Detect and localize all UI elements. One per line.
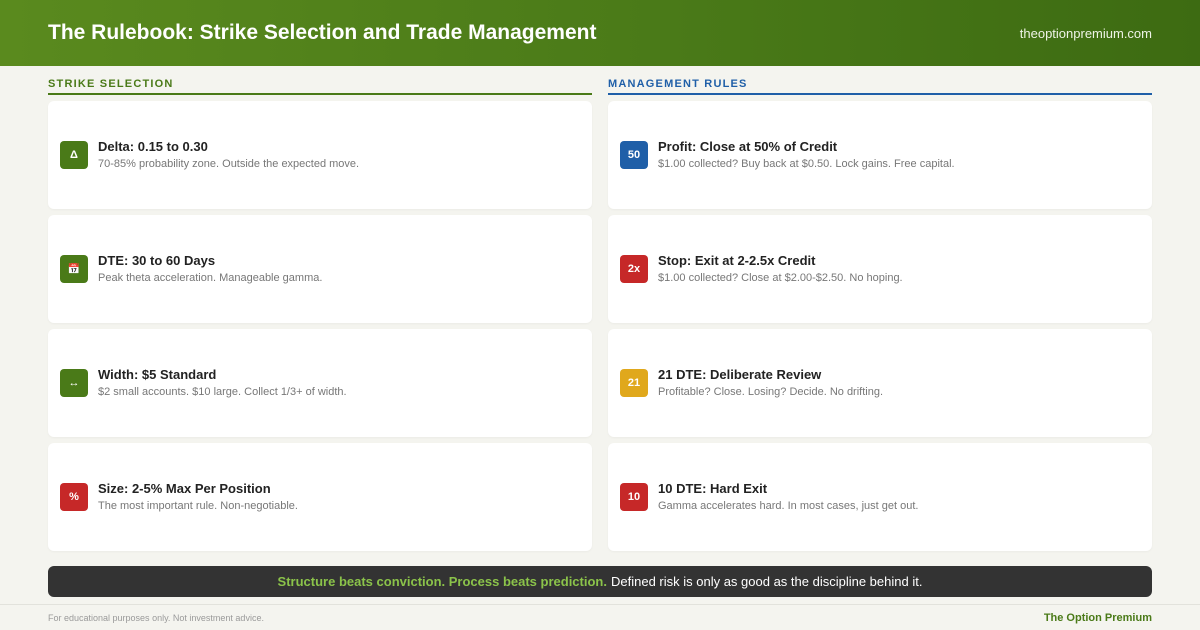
card-title: Size: 2-5% Max Per Position (98, 481, 271, 496)
banner-text: Defined risk is only as good as the disc… (610, 574, 923, 589)
card-text: Width: $5 Standard $2 small accounts. $1… (98, 367, 347, 399)
card-title: Stop: Exit at 2-2.5x Credit (658, 253, 816, 268)
rule-card-profit: 50 Profit: Close at 50% of Credit $1.00 … (608, 101, 1152, 209)
profit-target-icon: 50 (620, 141, 648, 169)
footer: For educational purposes only. Not inves… (0, 604, 1200, 630)
card-text: Stop: Exit at 2-2.5x Credit $1.00 collec… (658, 253, 903, 285)
card-title: 10 DTE: Hard Exit (658, 481, 768, 496)
card-title: 21 DTE: Deliberate Review (658, 367, 822, 382)
card-text: DTE: 30 to 60 Days Peak theta accelerati… (98, 253, 322, 285)
rule-card-dte: 📅 DTE: 30 to 60 Days Peak theta accelera… (48, 215, 592, 323)
rule-card-delta: Δ Delta: 0.15 to 0.30 70-85% probability… (48, 101, 592, 209)
stop-loss-icon: 2x (620, 255, 648, 283)
management-rules-column: MANAGEMENT RULES 50 Profit: Close at 50%… (608, 66, 1152, 557)
review-day-icon: 21 (620, 369, 648, 397)
hard-exit-icon: 10 (620, 483, 648, 511)
delta-icon: Δ (60, 141, 88, 169)
banner-accent-text: Structure beats conviction. Process beat… (277, 574, 607, 589)
card-title: Delta: 0.15 to 0.30 (98, 139, 208, 154)
disclaimer: For educational purposes only. Not inves… (48, 612, 264, 623)
management-rules-cards: 50 Profit: Close at 50% of Credit $1.00 … (608, 101, 1152, 551)
card-description: The most important rule. Non-negotiable. (98, 500, 298, 512)
brand-name: The Option Premium (1043, 611, 1152, 624)
card-text: Delta: 0.15 to 0.30 70-85% probability z… (98, 139, 359, 171)
strike-selection-cards: Δ Delta: 0.15 to 0.30 70-85% probability… (48, 101, 592, 551)
rule-card-21-dte: 21 21 DTE: Deliberate Review Profitable?… (608, 329, 1152, 437)
card-text: Size: 2-5% Max Per Position The most imp… (98, 481, 298, 513)
card-description: Gamma accelerates hard. In most cases, j… (658, 500, 919, 512)
width-arrows-icon: ↔ (60, 369, 88, 397)
strike-selection-column: STRIKE SELECTION Δ Delta: 0.15 to 0.30 7… (48, 66, 592, 557)
rule-card-10-dte: 10 10 DTE: Hard Exit Gamma accelerates h… (608, 443, 1152, 551)
card-description: Profitable? Close. Losing? Decide. No dr… (658, 386, 884, 398)
card-title: Profit: Close at 50% of Credit (658, 139, 838, 154)
card-title: Width: $5 Standard (98, 367, 217, 382)
card-description: 70-85% probability zone. Outside the exp… (98, 158, 360, 170)
card-text: 10 DTE: Hard Exit Gamma accelerates hard… (658, 481, 918, 513)
card-description: $1.00 collected? Buy back at $0.50. Lock… (658, 158, 955, 170)
header-bar: The Rulebook: Strike Selection and Trade… (0, 0, 1200, 66)
management-rules-heading: MANAGEMENT RULES (608, 66, 1152, 95)
card-title: DTE: 30 to 60 Days (98, 253, 216, 268)
rule-card-stop: 2x Stop: Exit at 2-2.5x Credit $1.00 col… (608, 215, 1152, 323)
calendar-icon: 📅 (60, 255, 88, 283)
percent-icon: % (60, 483, 88, 511)
card-description: $2 small accounts. $10 large. Collect 1/… (98, 386, 347, 398)
card-text: Profit: Close at 50% of Credit $1.00 col… (658, 139, 955, 171)
strike-selection-heading: STRIKE SELECTION (48, 66, 592, 95)
page-title: The Rulebook: Strike Selection and Trade… (48, 21, 597, 44)
card-description: Peak theta acceleration. Manageable gamm… (98, 272, 323, 284)
rule-card-size: % Size: 2-5% Max Per Position The most i… (48, 443, 592, 551)
card-text: 21 DTE: Deliberate Review Profitable? Cl… (658, 367, 883, 399)
motto-banner: Structure beats conviction. Process beat… (48, 566, 1152, 597)
card-description: $1.00 collected? Close at $2.00-$2.50. N… (658, 272, 903, 284)
rule-card-width: ↔ Width: $5 Standard $2 small accounts. … (48, 329, 592, 437)
site-url[interactable]: theoptionpremium.com (1020, 26, 1152, 41)
